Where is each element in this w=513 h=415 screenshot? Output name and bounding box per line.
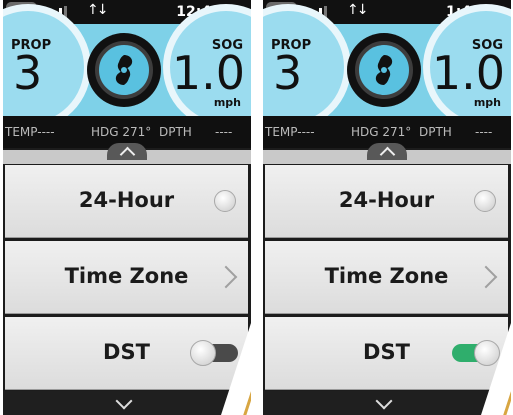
row-dst[interactable]: DST [265, 317, 508, 390]
radio-24-hour[interactable] [474, 190, 496, 212]
prop-value: 3 [13, 46, 43, 100]
center-hub[interactable] [347, 33, 421, 107]
row-label: 24-Hour [78, 188, 175, 212]
radio-24-hour[interactable] [214, 190, 236, 212]
temp-readout: TEMP---- [265, 125, 315, 139]
depth-value: ---- [475, 125, 493, 139]
scroll-down-bar[interactable] [3, 391, 251, 415]
row-label: Time Zone [324, 264, 449, 288]
row-label: 24-Hour [338, 188, 435, 212]
center-hub[interactable] [87, 33, 161, 107]
row-time-zone[interactable]: Time Zone [265, 241, 508, 314]
depth-label: DPTH [159, 125, 192, 139]
sog-value: 1.0 [431, 46, 505, 100]
scroll-down-bar[interactable] [263, 391, 511, 415]
heading-readout: HDG 271° [351, 125, 412, 139]
prop-value: 3 [273, 46, 303, 100]
propeller-logo-icon [355, 41, 413, 99]
toggle-knob [190, 340, 216, 366]
row-time-zone[interactable]: Time Zone [5, 241, 248, 314]
screen-2e: 2e ↑↓ 12:43 PM PROP 3 SOG 1.0 mph TEMP--… [3, 0, 251, 415]
row-24-hour[interactable]: 24-Hour [265, 165, 508, 238]
gauge-area: PROP 3 SOG 1.0 mph [263, 4, 511, 130]
temp-readout: TEMP---- [5, 125, 55, 139]
chevron-down-icon [375, 392, 393, 410]
sog-value: 1.0 [171, 46, 245, 100]
row-label: Time Zone [64, 264, 189, 288]
gauge-area: PROP 3 SOG 1.0 mph [3, 4, 251, 130]
screen-2f: 2f ↑↓ 1:43 PM PROP 3 SOG 1.0 mph TEMP---… [263, 0, 511, 415]
depth-label: DPTH [419, 125, 452, 139]
propeller-logo-icon [95, 41, 153, 99]
data-transfer-icon: ↑↓ [347, 2, 369, 18]
depth-value: ---- [215, 125, 233, 139]
heading-readout: HDG 271° [91, 125, 152, 139]
row-dst[interactable]: DST [5, 317, 248, 390]
data-transfer-icon: ↑↓ [87, 2, 109, 18]
chevron-down-icon [115, 392, 133, 410]
row-24-hour[interactable]: 24-Hour [5, 165, 248, 238]
sog-unit: mph [473, 96, 501, 109]
sog-unit: mph [213, 96, 241, 109]
